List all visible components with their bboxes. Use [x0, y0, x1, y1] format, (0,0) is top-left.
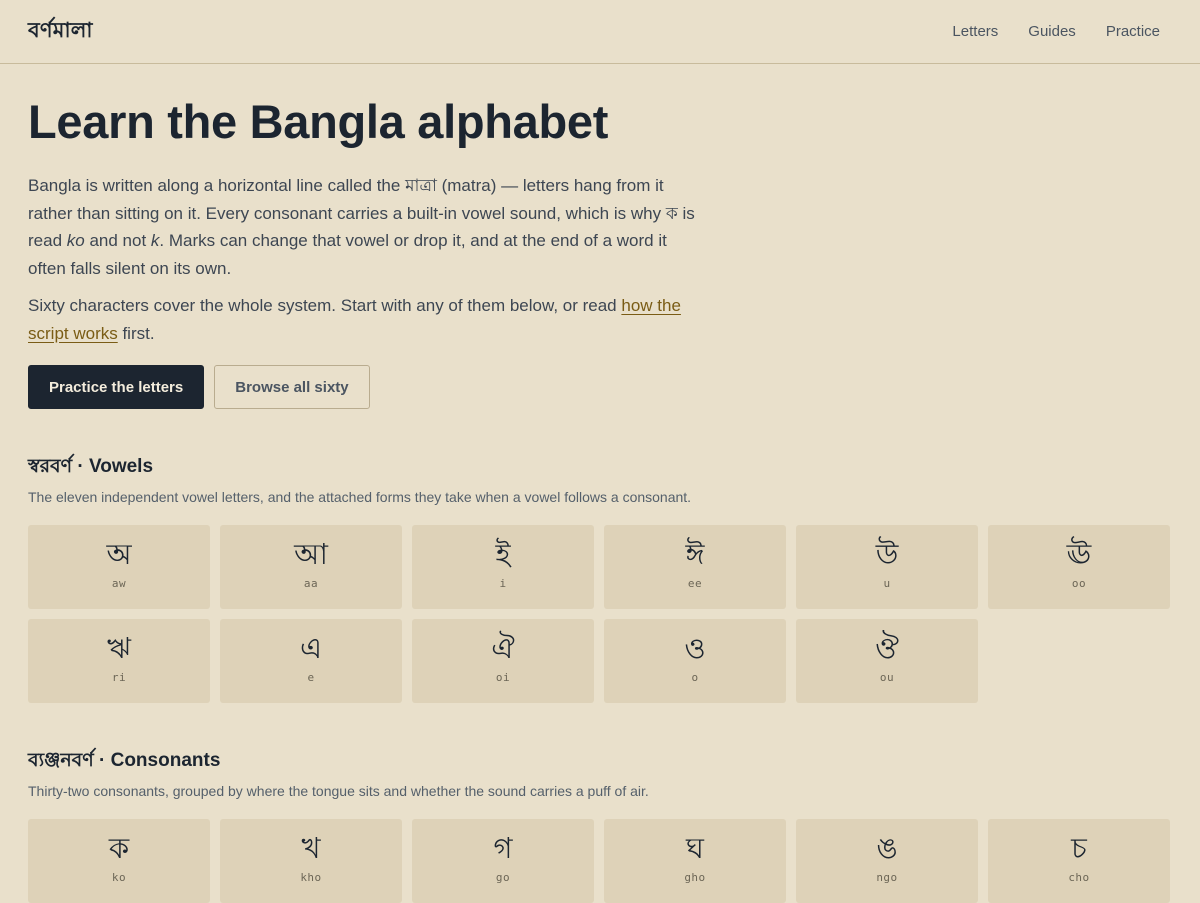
letter-card[interactable]: চ cho — [988, 819, 1170, 903]
nav-link-practice[interactable]: Practice — [1106, 23, 1160, 40]
letter-romanization: aa — [303, 577, 319, 591]
letter-romanization: oo — [1071, 577, 1087, 591]
letter-romanization: cho — [1068, 871, 1090, 885]
consonants-section: ব্যঞ্জনবর্ণ · Consonants Thirty-two cons… — [28, 749, 1172, 903]
letter-card[interactable]: ঘ gho — [604, 819, 786, 903]
main-nav: Letters Guides Practice — [952, 23, 1160, 40]
matra-word: মাত্রা — [405, 176, 437, 195]
consonants-heading: ব্যঞ্জনবর্ণ · Consonants — [28, 750, 221, 772]
letter-glyph: ঈ — [685, 537, 705, 572]
main-content: Learn the Bangla alphabet Bangla is writ… — [0, 94, 1200, 903]
nav-link-letters[interactable]: Letters — [952, 23, 998, 40]
letter-romanization: ee — [687, 577, 703, 591]
intro-paragraph-2: Sixty characters cover the whole system.… — [28, 292, 700, 347]
letter-glyph: খ — [301, 831, 321, 866]
letter-card[interactable]: এe — [220, 619, 402, 704]
letter-glyph: উ — [875, 537, 899, 572]
vowels-grid: অ aw আ aa ইi ঈ ee উu ঊ oo ঋ ri এe ঐ oi ওo ঔ ou — [28, 525, 1172, 704]
letter-romanization: ngo — [876, 871, 898, 885]
intro-paragraph: Bangla is written along a horizontal lin… — [28, 172, 700, 283]
letter-romanization: o — [691, 671, 699, 685]
letter-romanization: i — [499, 577, 507, 591]
letter-romanization: aw — [111, 577, 127, 591]
letter-card[interactable]: ঔ ou — [796, 619, 978, 704]
letter-glyph: চ — [1071, 831, 1087, 866]
letter-card[interactable]: ঈ ee — [604, 525, 786, 610]
letter-glyph: আ — [294, 537, 328, 572]
vowels-section: স্বরবর্ণ · Vowels The eleven independent… — [28, 455, 1172, 704]
letter-glyph: ক — [108, 831, 130, 866]
practice-letters-button[interactable]: Practice the letters — [28, 365, 205, 410]
letter-romanization: oi — [495, 671, 511, 685]
letter-card[interactable]: ওo — [604, 619, 786, 704]
letter-card[interactable]: ঊ oo — [988, 525, 1170, 610]
letter-card[interactable]: ক ko — [28, 819, 210, 903]
letter-glyph: গ — [493, 831, 513, 866]
letter-romanization: go — [495, 871, 511, 885]
letter-romanization: ou — [879, 671, 895, 685]
ko-example: ko — [66, 231, 85, 251]
browse-all-button[interactable]: Browse all sixty — [214, 365, 370, 410]
letter-card[interactable]: ঐ oi — [412, 619, 594, 704]
intro-text-1: Bangla is written along a horizontal lin… — [28, 176, 406, 195]
page-title: Learn the Bangla alphabet — [28, 95, 609, 148]
top-navigation-bar: বর্ণমালা Letters Guides Practice — [0, 0, 1200, 64]
ka-letter: ক — [665, 203, 678, 223]
letter-card[interactable]: অ aw — [28, 525, 210, 610]
letter-glyph: এ — [299, 631, 323, 666]
letter-glyph: ঐ — [491, 631, 515, 666]
letter-glyph: অ — [106, 537, 132, 572]
vowels-description: The eleven independent vowel letters, an… — [28, 489, 692, 506]
vowels-heading: স্বরবর্ণ · Vowels — [28, 456, 154, 478]
intro2-text-2: first. — [117, 323, 155, 343]
letter-card[interactable]: গ go — [412, 819, 594, 903]
letter-romanization: ri — [111, 671, 127, 685]
letter-glyph: ঋ — [107, 631, 131, 666]
letter-card[interactable]: ঋ ri — [28, 619, 210, 704]
letter-card[interactable]: ইi — [412, 525, 594, 610]
letter-glyph: ই — [495, 537, 511, 572]
letter-romanization: gho — [684, 871, 706, 885]
letter-glyph: ও — [684, 631, 706, 666]
letter-romanization: kho — [300, 871, 322, 885]
consonants-description: Thirty-two consonants, grouped by where … — [28, 783, 649, 800]
letter-card[interactable]: খ kho — [220, 819, 402, 903]
letter-glyph: ঘ — [686, 831, 704, 866]
letter-glyph: ঙ — [876, 831, 898, 866]
site-logo[interactable]: বর্ণমালা — [28, 14, 93, 49]
letter-romanization: e — [307, 671, 315, 685]
letter-romanization: ko — [111, 871, 127, 885]
letter-card[interactable]: ঙ ngo — [796, 819, 978, 903]
letter-card[interactable]: আ aa — [220, 525, 402, 610]
letter-glyph: ঔ — [875, 631, 899, 666]
letter-glyph: ঊ — [1066, 537, 1092, 572]
intro-text-4: and not — [84, 231, 151, 251]
consonants-grid: ক ko খ kho গ go ঘ gho ঙ ngo চ cho — [28, 819, 1172, 903]
intro2-text-1: Sixty characters cover the whole system.… — [28, 295, 622, 315]
nav-link-guides[interactable]: Guides — [1028, 23, 1076, 40]
letter-romanization: u — [883, 577, 891, 591]
letter-card[interactable]: উu — [796, 525, 978, 610]
hero-actions: Practice the letters Browse all sixty — [28, 365, 1172, 410]
